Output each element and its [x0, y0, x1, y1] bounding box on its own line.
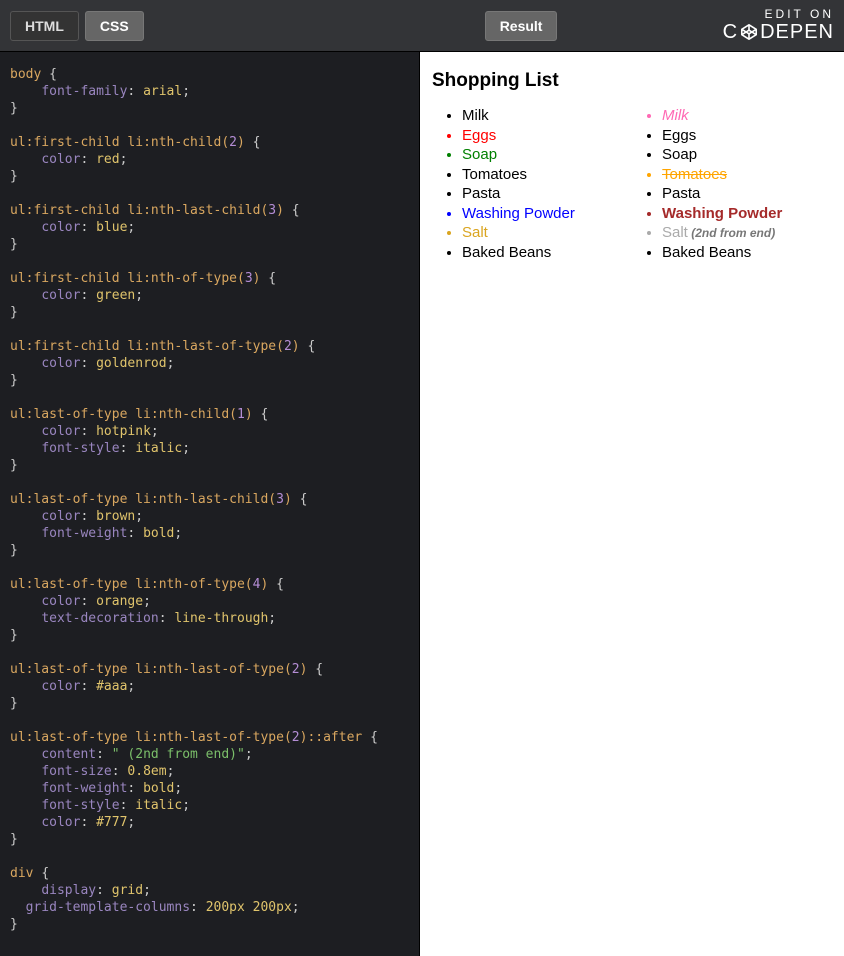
shopping-list-1: MilkEggsSoapTomatoesPastaWashing PowderS…: [432, 106, 632, 262]
tab-css[interactable]: CSS: [85, 11, 144, 41]
list-item-annotation: (2nd from end): [688, 226, 775, 240]
list-item: Washing Powder: [662, 204, 832, 224]
list-item: Tomatoes: [462, 165, 632, 185]
list-item: Soap: [462, 145, 632, 165]
list-item: Washing Powder: [462, 204, 632, 224]
list-item: Milk: [662, 106, 832, 126]
top-bar: HTML CSS Result EDIT ON C DEPEN: [0, 0, 844, 52]
list-item: Pasta: [462, 184, 632, 204]
result-preview: Shopping List MilkEggsSoapTomatoesPastaW…: [420, 52, 844, 956]
css-code-editor[interactable]: body { font-family: arial; } ul:first-ch…: [0, 52, 420, 956]
codepen-logo: C DEPEN: [723, 21, 834, 43]
edit-on-label: EDIT ON: [723, 8, 834, 21]
codepen-logo-text-left: C: [723, 21, 738, 43]
shopping-list-2: MilkEggsSoapTomatoesPastaWashing PowderS…: [632, 106, 832, 262]
edit-on-codepen-link[interactable]: EDIT ON C DEPEN: [723, 8, 834, 43]
editor-panes: body { font-family: arial; } ul:first-ch…: [0, 52, 844, 956]
list-item: Tomatoes: [662, 165, 832, 185]
list-item: Eggs: [462, 126, 632, 146]
list-item: Soap: [662, 145, 832, 165]
list-item: Pasta: [662, 184, 832, 204]
list-item: Salt (2nd from end): [662, 223, 832, 243]
codepen-cube-icon: [740, 23, 758, 41]
tab-result[interactable]: Result: [485, 11, 558, 41]
list-item: Baked Beans: [462, 243, 632, 263]
codepen-logo-text-right: DEPEN: [760, 21, 834, 43]
list-item: Baked Beans: [662, 243, 832, 263]
list-item: Milk: [462, 106, 632, 126]
result-lists-grid: MilkEggsSoapTomatoesPastaWashing PowderS…: [432, 106, 832, 262]
tab-html[interactable]: HTML: [10, 11, 79, 41]
list-item: Salt: [462, 223, 632, 243]
list-item: Eggs: [662, 126, 832, 146]
result-heading: Shopping List: [432, 70, 832, 92]
